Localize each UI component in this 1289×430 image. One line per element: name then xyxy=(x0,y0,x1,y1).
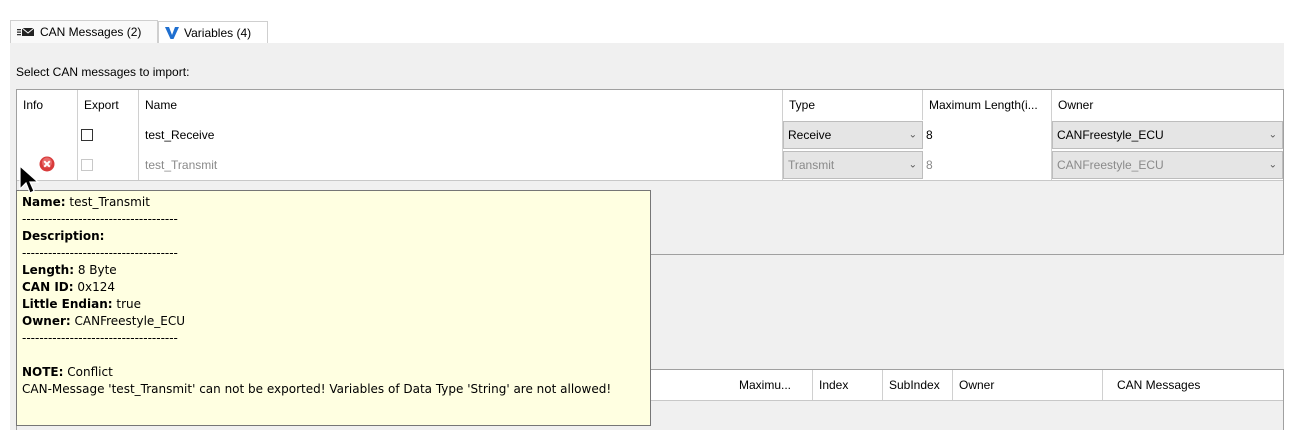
tooltip-endian-value: true xyxy=(112,297,141,311)
max-length-field[interactable]: 8 xyxy=(923,150,1052,180)
table-row[interactable]: test_Receive Receive ⌄ 8 CANFreestyle_EC… xyxy=(17,120,1283,151)
type-dropdown-value: Receive xyxy=(788,128,832,142)
column-header-owner[interactable]: Owner xyxy=(953,370,1103,400)
tooltip-endian-label: Little Endian: xyxy=(22,297,113,311)
row-export-cell xyxy=(78,120,139,150)
tooltip-description-label: Description: xyxy=(22,229,105,243)
max-length-field[interactable]: 8 xyxy=(923,120,1052,150)
variables-icon xyxy=(165,26,179,39)
column-header-max-length[interactable]: Maximum Length(i... xyxy=(923,90,1052,120)
chevron-down-icon: ⌄ xyxy=(908,129,917,141)
tooltip-length-value: 8 Byte xyxy=(74,263,117,277)
tooltip-note-value: Conflict xyxy=(63,365,113,379)
type-dropdown-value: Transmit xyxy=(788,158,835,172)
tooltip-length-label: Length: xyxy=(22,263,74,277)
tooltip-separator: ------------------------------------ xyxy=(22,246,178,260)
tooltip-canid-label: CAN ID: xyxy=(22,280,74,294)
info-tooltip: Name: test_Transmit --------------------… xyxy=(16,190,651,426)
row-export-cell xyxy=(78,150,139,180)
column-header-index[interactable]: Index xyxy=(813,370,883,400)
tooltip-owner-value: CANFreestyle_ECU xyxy=(70,314,186,328)
row-name[interactable]: test_Receive xyxy=(139,120,783,150)
can-messages-icon xyxy=(17,27,35,37)
type-dropdown[interactable]: Receive ⌄ xyxy=(783,121,923,149)
error-icon[interactable] xyxy=(39,156,55,175)
tooltip-message: CAN-Message 'test_Transmit' can not be e… xyxy=(22,382,612,396)
column-header-subindex[interactable]: SubIndex xyxy=(883,370,953,400)
tab-can-messages[interactable]: CAN Messages (2) xyxy=(10,20,158,43)
tooltip-owner-label: Owner: xyxy=(22,314,71,328)
chevron-down-icon: ⌄ xyxy=(908,159,917,171)
column-header-maximum[interactable]: Maximu... xyxy=(733,370,813,400)
column-header-can-messages[interactable]: CAN Messages xyxy=(1103,370,1283,400)
chevron-down-icon: ⌄ xyxy=(1268,129,1277,141)
tooltip-separator: ------------------------------------ xyxy=(22,212,178,226)
tooltip-note-label: NOTE: xyxy=(22,365,64,379)
column-header-type[interactable]: Type xyxy=(783,90,923,120)
import-prompt: Select CAN messages to import: xyxy=(16,65,190,79)
chevron-down-icon: ⌄ xyxy=(1268,159,1277,171)
owner-dropdown-value: CANFreestyle_ECU xyxy=(1057,128,1164,142)
export-checkbox[interactable] xyxy=(81,129,93,141)
row-info-cell xyxy=(17,120,78,150)
column-header-export[interactable]: Export xyxy=(78,90,139,120)
table-header: Info Export Name Type Maximum Length(i..… xyxy=(17,90,1283,121)
tab-variables[interactable]: Variables (4) xyxy=(158,21,268,43)
tab-can-messages-label: CAN Messages (2) xyxy=(40,25,142,39)
column-header-owner[interactable]: Owner xyxy=(1052,90,1283,120)
owner-dropdown-value: CANFreestyle_ECU xyxy=(1057,158,1164,172)
tooltip-separator: ------------------------------------ xyxy=(22,331,178,345)
owner-dropdown[interactable]: CANFreestyle_ECU ⌄ xyxy=(1052,121,1283,149)
tab-variables-label: Variables (4) xyxy=(184,25,252,40)
table-row[interactable]: test_Transmit Transmit ⌄ 8 CANFreestyle_… xyxy=(17,150,1283,181)
row-name[interactable]: test_Transmit xyxy=(139,150,783,180)
column-header-info[interactable]: Info xyxy=(17,90,78,120)
export-checkbox[interactable] xyxy=(81,159,93,171)
mouse-pointer-icon xyxy=(19,164,41,198)
column-header-name[interactable]: Name xyxy=(139,90,783,120)
owner-dropdown[interactable]: CANFreestyle_ECU ⌄ xyxy=(1052,151,1283,179)
tooltip-name-value: test_Transmit xyxy=(65,195,150,209)
tooltip-canid-value: 0x124 xyxy=(73,280,116,294)
type-dropdown[interactable]: Transmit ⌄ xyxy=(783,151,923,179)
